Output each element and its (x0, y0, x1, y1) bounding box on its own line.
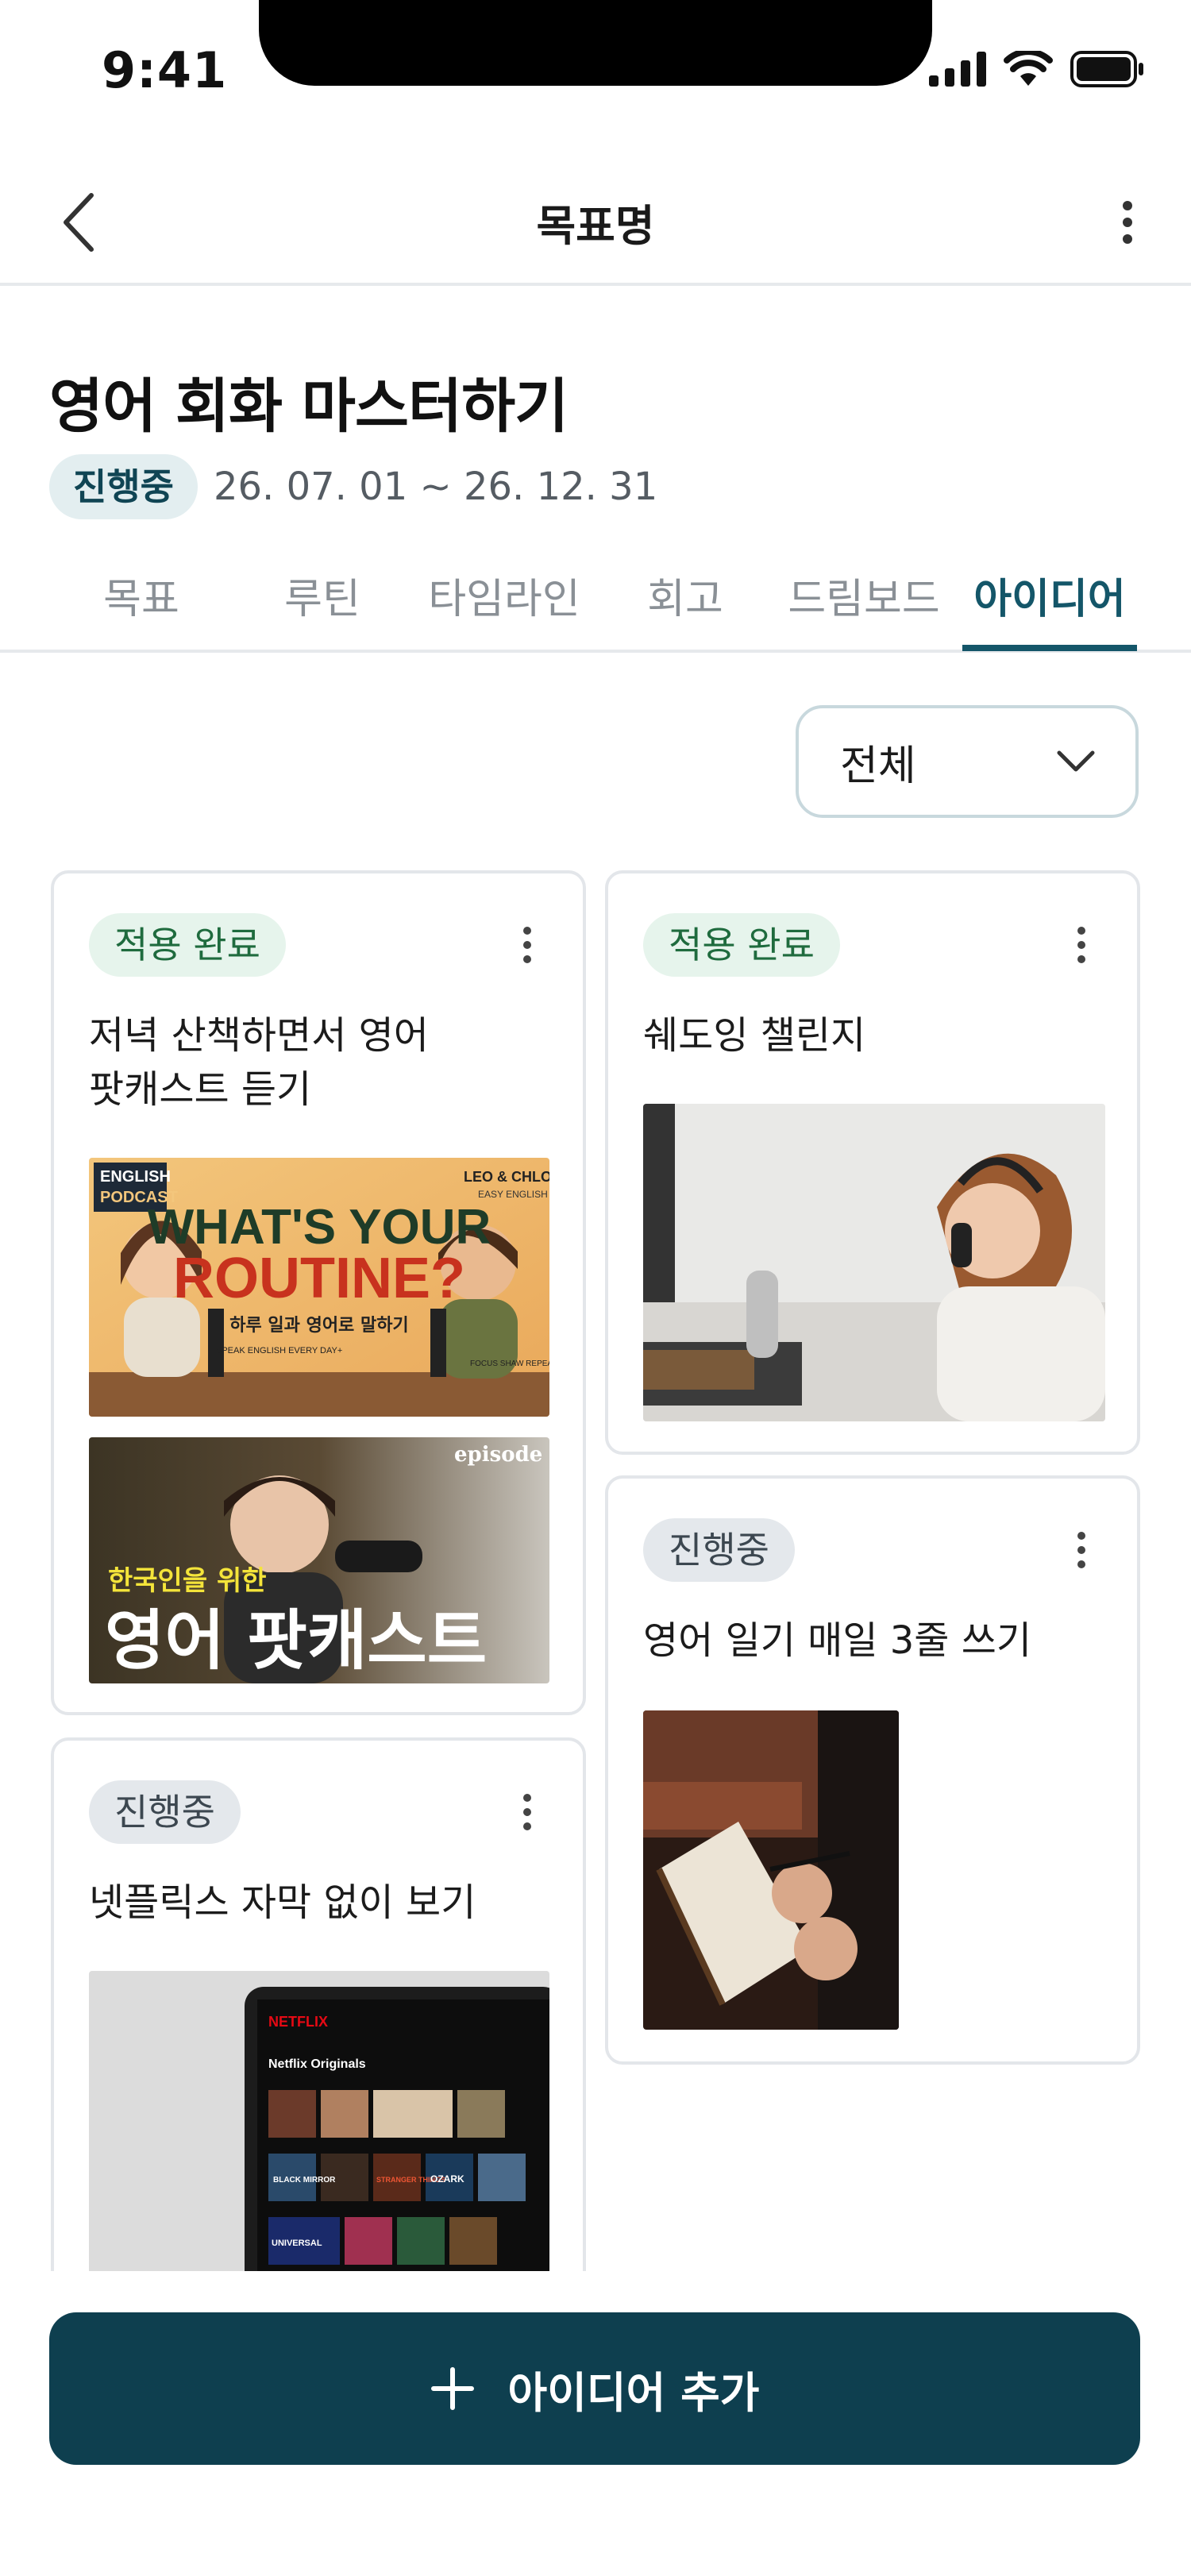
plus-icon (430, 2367, 474, 2410)
cover-text: FOCUS SHAW REPEAT (470, 1359, 549, 1368)
more-vertical-icon (523, 1794, 531, 1830)
page-title: 목표명 (536, 201, 655, 251)
cover-text: ROUTINE? (173, 1247, 465, 1310)
cover-text: 하루 일과 영어로 말하기 (229, 1316, 408, 1336)
card-title-line: 저녁 산책하면서 영어 (89, 1013, 429, 1058)
card-title-line: 팟캐스트 듣기 (89, 1067, 312, 1112)
episode-text: episode 1 (454, 1443, 549, 1467)
more-vertical-icon (1077, 1532, 1085, 1568)
card-more-button[interactable] (503, 1787, 551, 1838)
idea-card[interactable]: 적용 완료 쉐도잉 챌린지 (605, 870, 1140, 1455)
tab-routine[interactable]: 루틴 (278, 565, 367, 650)
podcast-episode-illustration: episode 1 한국인을 위한 영어 팟캐스트 (89, 1437, 549, 1683)
tab-bar: 목표 루틴 타임라인 회고 드림보드 아이디어 (0, 548, 1191, 653)
tab-timeline[interactable]: 타임라인 (426, 565, 583, 650)
podcast-episode-image: episode 1 한국인을 위한 영어 팟캐스트 (89, 1437, 549, 1683)
netflix-text: NETFLIX (268, 2014, 328, 2030)
more-vertical-icon (1077, 927, 1085, 963)
card-more-button[interactable] (1058, 1525, 1105, 1575)
wifi-icon (1004, 51, 1053, 86)
podcast-cover-image: ENGLISH PODCAST LEO & CHLOE EASY ENGLISH… (89, 1158, 549, 1417)
status-badge: 진행중 (643, 1518, 795, 1582)
more-vertical-icon (523, 927, 531, 963)
woman-headphones-illustration (643, 1104, 1105, 1421)
card-title: 저녁 산책하면서 영어 팟캐스트 듣기 (89, 1008, 551, 1116)
card-more-button[interactable] (1058, 920, 1105, 970)
status-badge: 적용 완료 (89, 913, 286, 977)
card-title: 쉐도잉 챌린지 (643, 1008, 1105, 1062)
card-more-button[interactable] (503, 920, 551, 970)
episode-text: 영어 팟캐스트 (105, 1603, 487, 1679)
cover-text: LEO & CHLOE (464, 1169, 549, 1185)
netflix-text: UNIVERSAL (272, 2239, 322, 2248)
cover-text: EASY ENGLISH (478, 1189, 548, 1200)
top-navigation: 목표명 (0, 159, 1191, 286)
goal-title: 영어 회화 마스터하기 (49, 372, 569, 441)
more-options-button[interactable] (1096, 191, 1159, 254)
status-badge: 진행중 (89, 1780, 241, 1844)
netflix-text: BLACK MIRROR (273, 2176, 336, 2185)
idea-card[interactable]: 적용 완료 저녁 산책하면서 영어 팟캐스트 듣기 ENGLISH PODCAS… (51, 870, 586, 1715)
signal-icon (929, 52, 986, 87)
diary-image (643, 1710, 899, 2030)
goal-status-badge: 진행중 (49, 454, 198, 519)
idea-card[interactable]: 진행중 영어 일기 매일 3줄 쓰기 (605, 1475, 1140, 2065)
more-vertical-icon (1123, 201, 1132, 244)
netflix-text: OZARK (430, 2173, 464, 2185)
card-title-line: 넷플릭스 자막 없이 보기 (89, 1880, 476, 1925)
tab-goal[interactable]: 목표 (102, 565, 181, 650)
filter-selected-value: 전체 (840, 742, 916, 790)
card-title: 넷플릭스 자막 없이 보기 (89, 1876, 551, 1930)
episode-text: 한국인을 위한 (108, 1565, 267, 1597)
status-bar: 9:41 (0, 0, 1191, 127)
filter-dropdown[interactable]: 전체 (796, 705, 1139, 818)
goal-period: 26. 07. 01 ~ 26. 12. 31 (213, 465, 658, 509)
card-title: 영어 일기 매일 3줄 쓰기 (643, 1614, 1105, 1668)
shadowing-image (643, 1104, 1105, 1421)
card-title-line: 쉐도잉 챌린지 (643, 1013, 866, 1058)
status-time: 9:41 (102, 41, 228, 99)
cover-text: SPEAK ENGLISH EVERY DAY+ (216, 1346, 342, 1355)
diary-writing-illustration (643, 1710, 899, 2030)
cover-text: ENGLISH (100, 1168, 171, 1186)
device-notch (259, 0, 932, 86)
podcast-cover-illustration: ENGLISH PODCAST LEO & CHLOE EASY ENGLISH… (89, 1158, 549, 1417)
add-idea-button[interactable]: 아이디어 추가 (49, 2312, 1140, 2465)
status-icons (929, 49, 1145, 89)
add-idea-label: 아이디어 추가 (507, 2367, 760, 2418)
card-title-line: 영어 일기 매일 3줄 쓰기 (643, 1618, 1032, 1663)
active-tab-indicator (962, 645, 1137, 651)
battery-icon (1070, 51, 1143, 87)
tab-ideas[interactable]: 아이디어 (962, 565, 1137, 650)
tab-retrospect[interactable]: 회고 (642, 565, 729, 650)
netflix-text: Netflix Originals (268, 2057, 366, 2071)
status-badge: 적용 완료 (643, 913, 840, 977)
goal-meta: 진행중 26. 07. 01 ~ 26. 12. 31 (49, 454, 657, 519)
chevron-down-icon (1057, 750, 1095, 772)
tab-dreamboard[interactable]: 드림보드 (786, 565, 942, 650)
